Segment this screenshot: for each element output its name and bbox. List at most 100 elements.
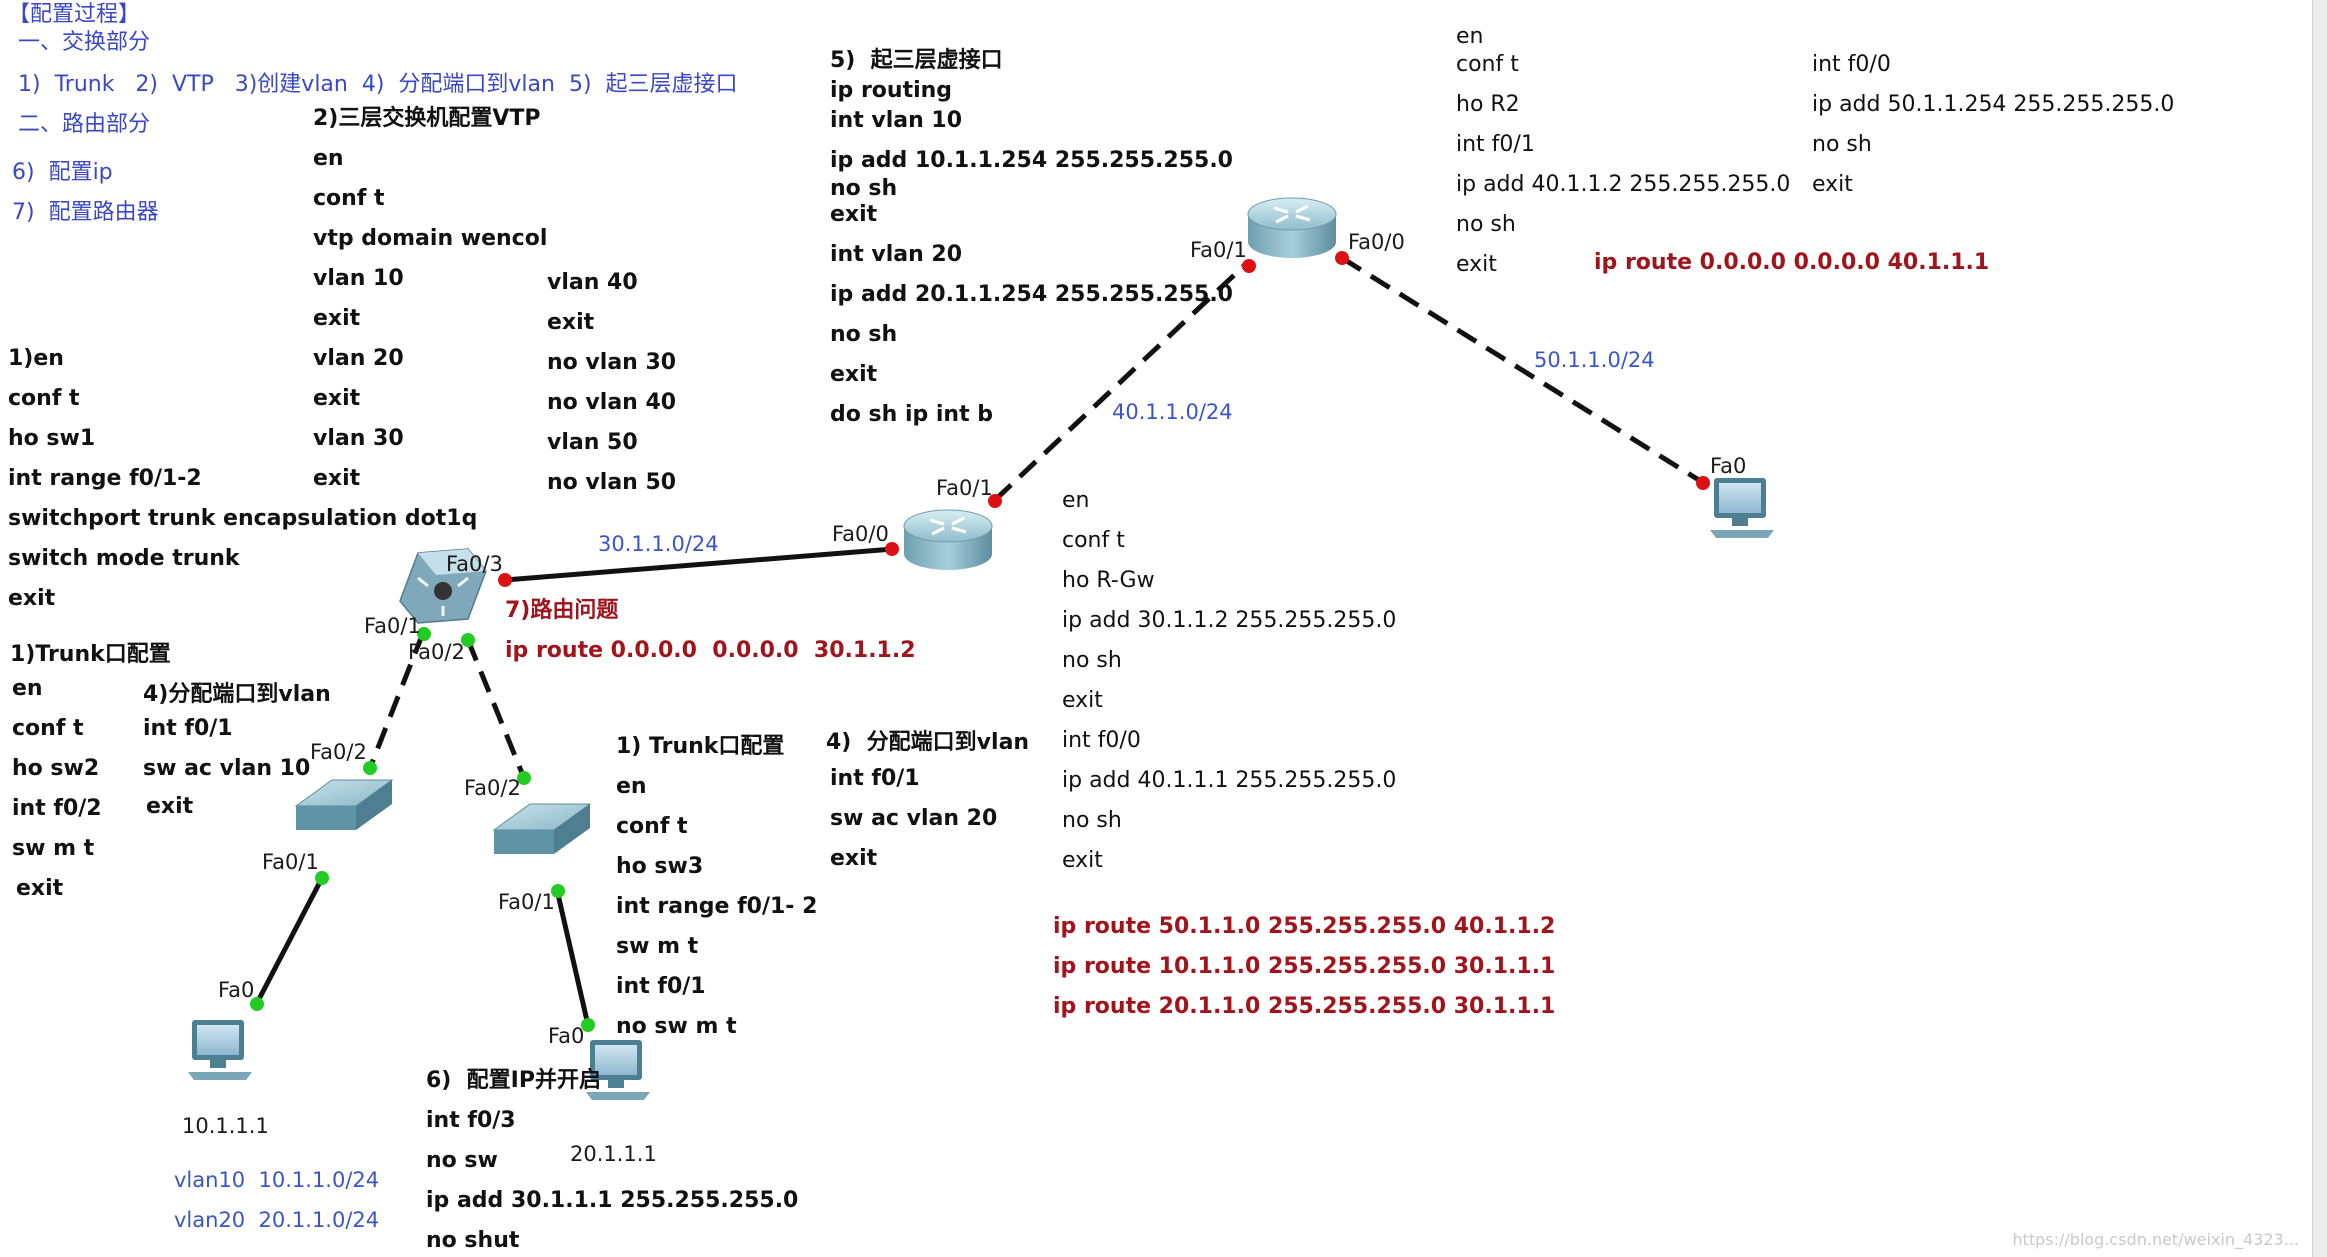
rgw-line: ip add 40.1.1.1 255.255.255.0 [1062, 768, 1397, 793]
network-label-50: 50.1.1.0/24 [1534, 348, 1655, 372]
watermark: https://blog.csdn.net/weixin_4323... [2012, 1230, 2299, 1249]
outline-section1: 一、交换部分 [18, 30, 151, 55]
ip-line: no shut [426, 1228, 520, 1253]
rgw-line: exit [1062, 688, 1103, 713]
port-label-sw3-fa01: Fa0/1 [498, 890, 555, 914]
pc1-icon[interactable] [188, 1020, 252, 1080]
sw1-line: 1)en [8, 346, 64, 371]
dot-r2-fa00 [1335, 251, 1349, 265]
rgw-line: conf t [1062, 528, 1125, 553]
svi-line: ip routing [830, 78, 953, 103]
vtp-line: vlan 50 [547, 430, 638, 455]
sw2-line: ho sw2 [12, 756, 100, 781]
sw2-line2: exit [146, 794, 194, 819]
router-rgw-icon[interactable] [903, 509, 993, 570]
vtp-line: en [313, 146, 344, 171]
r2-line2: no sh [1812, 132, 1872, 157]
switch-sw3-icon[interactable] [492, 803, 592, 854]
port-label-pc1-fa0: Fa0 [218, 978, 255, 1002]
vtp-line: exit [313, 306, 361, 331]
ip-heading: 6) 配置IP并开启 [426, 1068, 601, 1093]
vtp-line: vlan 40 [547, 270, 638, 295]
rgw-route: ip route 20.1.1.0 255.255.255.0 30.1.1.1 [1053, 994, 1556, 1019]
r2-line: ho R2 [1456, 92, 1520, 117]
sw3-line: int range f0/1- 2 [616, 894, 818, 919]
dot-pc3-fa0 [1696, 476, 1710, 490]
sw2-heading2: 4)分配端口到vlan [143, 682, 331, 707]
sw2-line: sw m t [12, 836, 95, 861]
sw3-heading: 1) Trunk口配置 [616, 734, 785, 759]
svi-heading: 5) 起三层虚接口 [830, 48, 1003, 73]
outline-step6: 6) 配置ip [12, 160, 113, 185]
port-label-ml-fa01: Fa0/1 [364, 614, 421, 638]
switch-sw2-icon[interactable] [294, 779, 394, 830]
sw1-line: switch mode trunk [8, 546, 240, 571]
sw3-line: sw m t [616, 934, 699, 959]
port-label-pc3-fa0: Fa0 [1710, 454, 1747, 478]
vlan-legend-10: vlan10 10.1.1.0/24 [174, 1168, 380, 1192]
svi-line: no sh [830, 322, 898, 347]
router-r2-icon[interactable] [1247, 197, 1337, 258]
outline-step7: 7) 配置路由器 [12, 200, 159, 225]
network-label-40: 40.1.1.0/24 [1112, 400, 1233, 424]
svi-line: int vlan 20 [830, 242, 963, 267]
rgw-line: ho R-Gw [1062, 568, 1155, 593]
routing-issue-heading: 7)路由问题 [505, 598, 619, 623]
svi-line: ip add 10.1.1.254 255.255.255.0 [830, 148, 1233, 173]
outline-section2: 二、路由部分 [18, 112, 151, 137]
ip-line: ip add 30.1.1.1 255.255.255.0 [426, 1188, 799, 1213]
rgw-line: int f0/0 [1062, 728, 1141, 753]
outline-title: 【配置过程】 [8, 2, 141, 27]
vtp-line: vlan 10 [313, 266, 404, 291]
vtp-line: vlan 20 [313, 346, 404, 371]
r2-line: no sh [1456, 212, 1516, 237]
sw1-line: ho sw1 [8, 426, 96, 451]
vtp-line: no vlan 40 [547, 390, 677, 415]
sw1-line: exit [8, 586, 56, 611]
vtp-line: no vlan 50 [547, 470, 677, 495]
topology-canvas: 【配置过程】 一、交换部分 1) Trunk 2) VTP 3)创建vlan 4… [0, 0, 2327, 1257]
pc2-ip: 20.1.1.1 [570, 1142, 657, 1166]
sw2-line2: int f0/1 [143, 716, 233, 741]
sw1-line: int range f0/1-2 [8, 466, 202, 491]
port-label-r2-fa00: Fa0/0 [1348, 230, 1405, 254]
svi-line: ip add 20.1.1.254 255.255.255.0 [830, 282, 1233, 307]
sw1-line: switchport trunk encapsulation dot1q [8, 506, 478, 531]
sw3-line2: exit [830, 846, 878, 871]
vtp-line: exit [313, 466, 361, 491]
port-label-ml-fa02: Fa0/2 [408, 640, 465, 664]
vtp-line: no vlan 30 [547, 350, 677, 375]
r2-route: ip route 0.0.0.0 0.0.0.0 40.1.1.1 [1594, 250, 1990, 275]
sw2-line: en [12, 676, 43, 701]
outline-steps1: 1) Trunk 2) VTP 3)创建vlan 4) 分配端口到vlan 5)… [18, 72, 738, 97]
vlan-legend-20: vlan20 20.1.1.0/24 [174, 1208, 380, 1232]
routing-issue-route: ip route 0.0.0.0 0.0.0.0 30.1.1.2 [505, 638, 916, 663]
vtp-line: exit [313, 386, 361, 411]
ip-line: no sw [426, 1148, 498, 1173]
ip-line: int f0/3 [426, 1108, 516, 1133]
rgw-line: exit [1062, 848, 1103, 873]
svi-line: no sh [830, 176, 898, 201]
vtp-line: exit [547, 310, 595, 335]
window-right-edge [2312, 0, 2327, 1257]
sw3-line2: sw ac vlan 20 [830, 806, 998, 831]
sw3-line: no sw m t [616, 1014, 737, 1039]
sw2-line: exit [16, 876, 64, 901]
svi-line: do sh ip int b [830, 402, 994, 427]
sw3-line: conf t [616, 814, 688, 839]
sw2-line: int f0/2 [12, 796, 102, 821]
svi-line: exit [830, 202, 878, 227]
sw2-line2: sw ac vlan 10 [143, 756, 311, 781]
vtp-line: vlan 30 [313, 426, 404, 451]
port-label-sw3-fa02: Fa0/2 [464, 776, 521, 800]
r2-line: en [1456, 24, 1484, 49]
port-label-rgw-fa01: Fa0/1 [936, 476, 993, 500]
r2-line: exit [1456, 252, 1497, 277]
sw2-heading: 1)Trunk口配置 [10, 642, 171, 667]
rgw-line: en [1062, 488, 1090, 513]
port-label-sw2-fa01: Fa0/1 [262, 850, 319, 874]
r2-line: ip add 40.1.1.2 255.255.255.0 [1456, 172, 1791, 197]
link-sw3-pc2 [554, 889, 591, 1026]
svi-line: int vlan 10 [830, 108, 963, 133]
pc3-icon[interactable] [1710, 478, 1774, 538]
